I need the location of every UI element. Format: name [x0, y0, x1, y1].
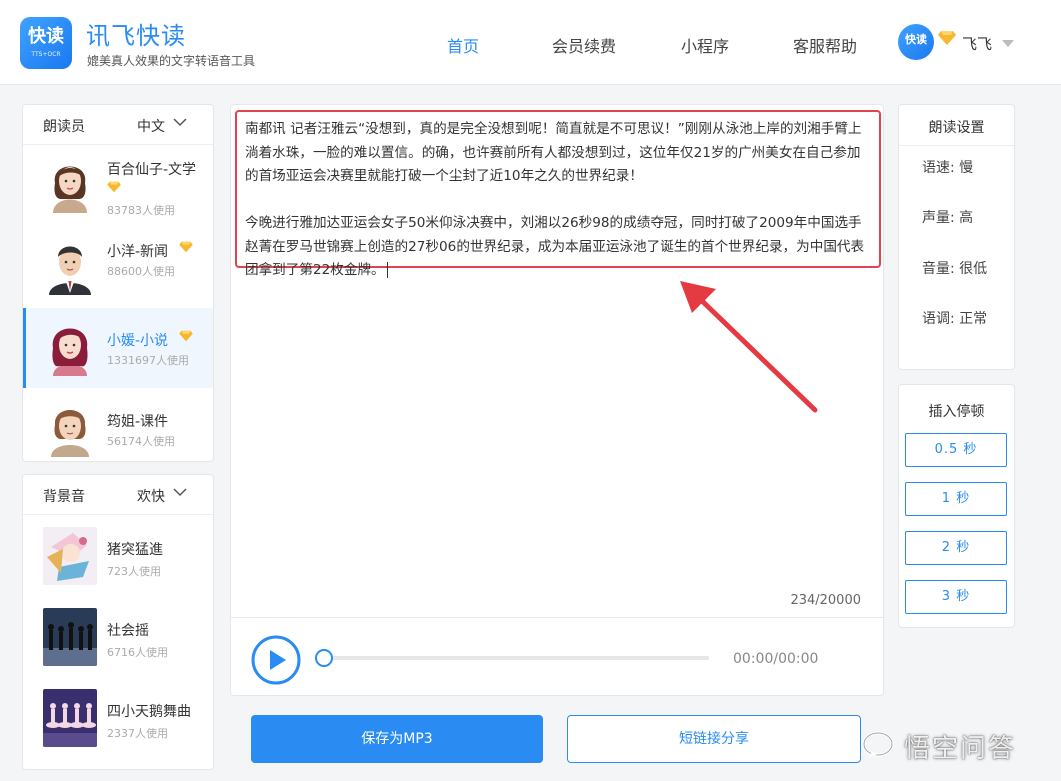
text-paragraph: 南都讯 记者汪雅云“没想到，真的是完全没想到呢！简直就是不可思议！”刚刚从泳池上…	[245, 121, 862, 184]
bgm-panel-title: 背景音	[43, 489, 85, 505]
voice-usage: 88600人使用	[107, 265, 175, 278]
bgm-item-swan[interactable]: 四小天鹅舞曲 2337人使用	[23, 681, 213, 761]
voice-item-junjie[interactable]: 筠姐-课件 56174人使用	[23, 389, 213, 469]
char-counter: 234/20000	[790, 593, 861, 608]
voice-usage: 56174人使用	[107, 435, 175, 448]
voice-name: 筠姐-课件	[107, 414, 169, 430]
pause-2-button[interactable]: 2 秒	[905, 531, 1007, 565]
chevron-down-icon[interactable]	[173, 117, 187, 127]
text-cursor	[386, 262, 388, 278]
app-logo[interactable]: 快读 TTS+OCR	[20, 17, 72, 69]
avatar-woman-icon	[52, 328, 88, 376]
text-paragraph: 今晚进行雅加达亚运会女子50米仰泳决赛中，刘湘以26秒98的成绩夺冠，同时打破了…	[245, 212, 871, 283]
pause-3-button[interactable]: 3 秒	[905, 580, 1007, 614]
voice-name: 小媛-小说	[107, 333, 169, 349]
nav-membership[interactable]: 会员续费	[552, 33, 616, 57]
chevron-down-icon[interactable]	[173, 487, 187, 497]
text-input-area[interactable]: 南都讯 记者汪雅云“没想到，真的是完全没想到呢！简直就是不可思议！”刚刚从泳池上…	[235, 110, 881, 278]
music-cover-dancers	[43, 608, 97, 666]
play-icon[interactable]	[251, 635, 301, 685]
annotation-arrow	[680, 281, 818, 413]
reading-settings-panel: 朗读设置 语速: 慢 声量: 高 音量: 很低 语调: 正常	[898, 104, 1015, 370]
voice-item-xiaoyuan[interactable]: 小媛-小说 1331697人使用	[23, 308, 213, 388]
music-cover-ballet	[43, 689, 97, 747]
insert-pause-panel: 插入停顿 0.5 秒 1 秒 2 秒 3 秒	[898, 384, 1015, 628]
playback-time: 00:00/00:00	[733, 651, 819, 667]
brand-tagline: 媲美真人效果的文字转语音工具	[87, 54, 256, 68]
bgm-usage: 2337人使用	[107, 727, 168, 740]
bgm-item-shehuiyao[interactable]: 社会摇 6716人使用	[23, 600, 213, 680]
mood-select[interactable]: 欢快	[137, 486, 165, 506]
watermark-logo-icon	[862, 731, 894, 758]
text-paragraph-content: 今晚进行雅加达亚运会女子50米仰泳决赛中，刘湘以26秒98的成绩夺冠，同时打破了…	[245, 215, 865, 278]
bgm-panel: 背景音 欢快 猪突猛進 723人使用 社会摇 6716人使用 四小天鹅舞曲 23…	[22, 474, 214, 770]
bgm-panel-header: 背景音 欢快	[23, 475, 213, 515]
voice-usage: 1331697人使用	[107, 354, 189, 367]
brand-name[interactable]: 讯飞快读	[86, 16, 186, 51]
progress-track[interactable]	[317, 656, 709, 660]
avatar-man-icon	[49, 246, 91, 295]
bgm-usage: 6716人使用	[107, 646, 168, 659]
divider	[899, 145, 1014, 146]
voice-panel: 朗读员 中文 百合仙子-文学 83783人使用 小洋-新闻 88600人使用 小…	[22, 104, 214, 462]
pause-1-button[interactable]: 1 秒	[905, 482, 1007, 516]
progress-thumb[interactable]	[315, 649, 333, 667]
voice-panel-header: 朗读员 中文	[23, 105, 213, 145]
avatar-woman-icon	[53, 166, 87, 213]
bgm-name: 四小天鹅舞曲	[107, 704, 191, 720]
nav-mini-program[interactable]: 小程序	[681, 33, 729, 57]
music-cover-anime	[43, 527, 97, 585]
voice-item-baihe[interactable]: 百合仙子-文学 83783人使用	[23, 145, 213, 225]
bgm-item-zhutu[interactable]: 猪突猛進 723人使用	[23, 519, 213, 599]
voice-usage: 83783人使用	[107, 204, 175, 217]
vip-diamond-icon	[179, 241, 193, 253]
setting-volume[interactable]: 声量: 高	[922, 207, 973, 227]
setting-speed[interactable]: 语速: 慢	[922, 157, 973, 177]
vip-diamond-icon	[938, 31, 956, 45]
audio-player: 00:00/00:00	[231, 617, 883, 695]
bgm-usage: 723人使用	[107, 565, 161, 578]
nav-home[interactable]: 首页	[447, 33, 479, 57]
watermark-text: 悟空问答	[904, 734, 1017, 764]
settings-title: 朗读设置	[928, 120, 985, 136]
vip-diamond-icon	[179, 330, 193, 342]
pause-title: 插入停顿	[928, 404, 985, 420]
logo-subtext: TTS+OCR	[31, 51, 61, 58]
pause-0-5-button[interactable]: 0.5 秒	[905, 433, 1007, 467]
voice-panel-title: 朗读员	[43, 119, 85, 135]
avatar-woman-icon	[51, 410, 89, 457]
share-link-button[interactable]: 短链接分享	[567, 715, 861, 763]
vip-diamond-icon	[107, 181, 121, 193]
user-avatar[interactable]: 快读	[898, 24, 934, 60]
caret-down-icon[interactable]	[1002, 40, 1014, 47]
voice-name: 小洋-新闻	[107, 244, 169, 260]
nav-support[interactable]: 客服帮助	[793, 33, 857, 57]
setting-tone[interactable]: 语调: 正常	[922, 308, 987, 328]
voice-name: 百合仙子-文学	[107, 162, 197, 178]
save-mp3-button[interactable]: 保存为MP3	[251, 715, 543, 763]
setting-pitch[interactable]: 音量: 很低	[922, 258, 987, 278]
top-header: 快读 TTS+OCR 讯飞快读 媲美真人效果的文字转语音工具 首页 会员续费 小…	[0, 0, 1061, 85]
voice-item-xiaoyang[interactable]: 小洋-新闻 88600人使用	[23, 227, 213, 307]
bgm-name: 猪突猛進	[107, 542, 163, 558]
language-select[interactable]: 中文	[137, 116, 165, 136]
user-name[interactable]: 飞飞	[962, 33, 992, 54]
bgm-name: 社会摇	[107, 623, 149, 639]
